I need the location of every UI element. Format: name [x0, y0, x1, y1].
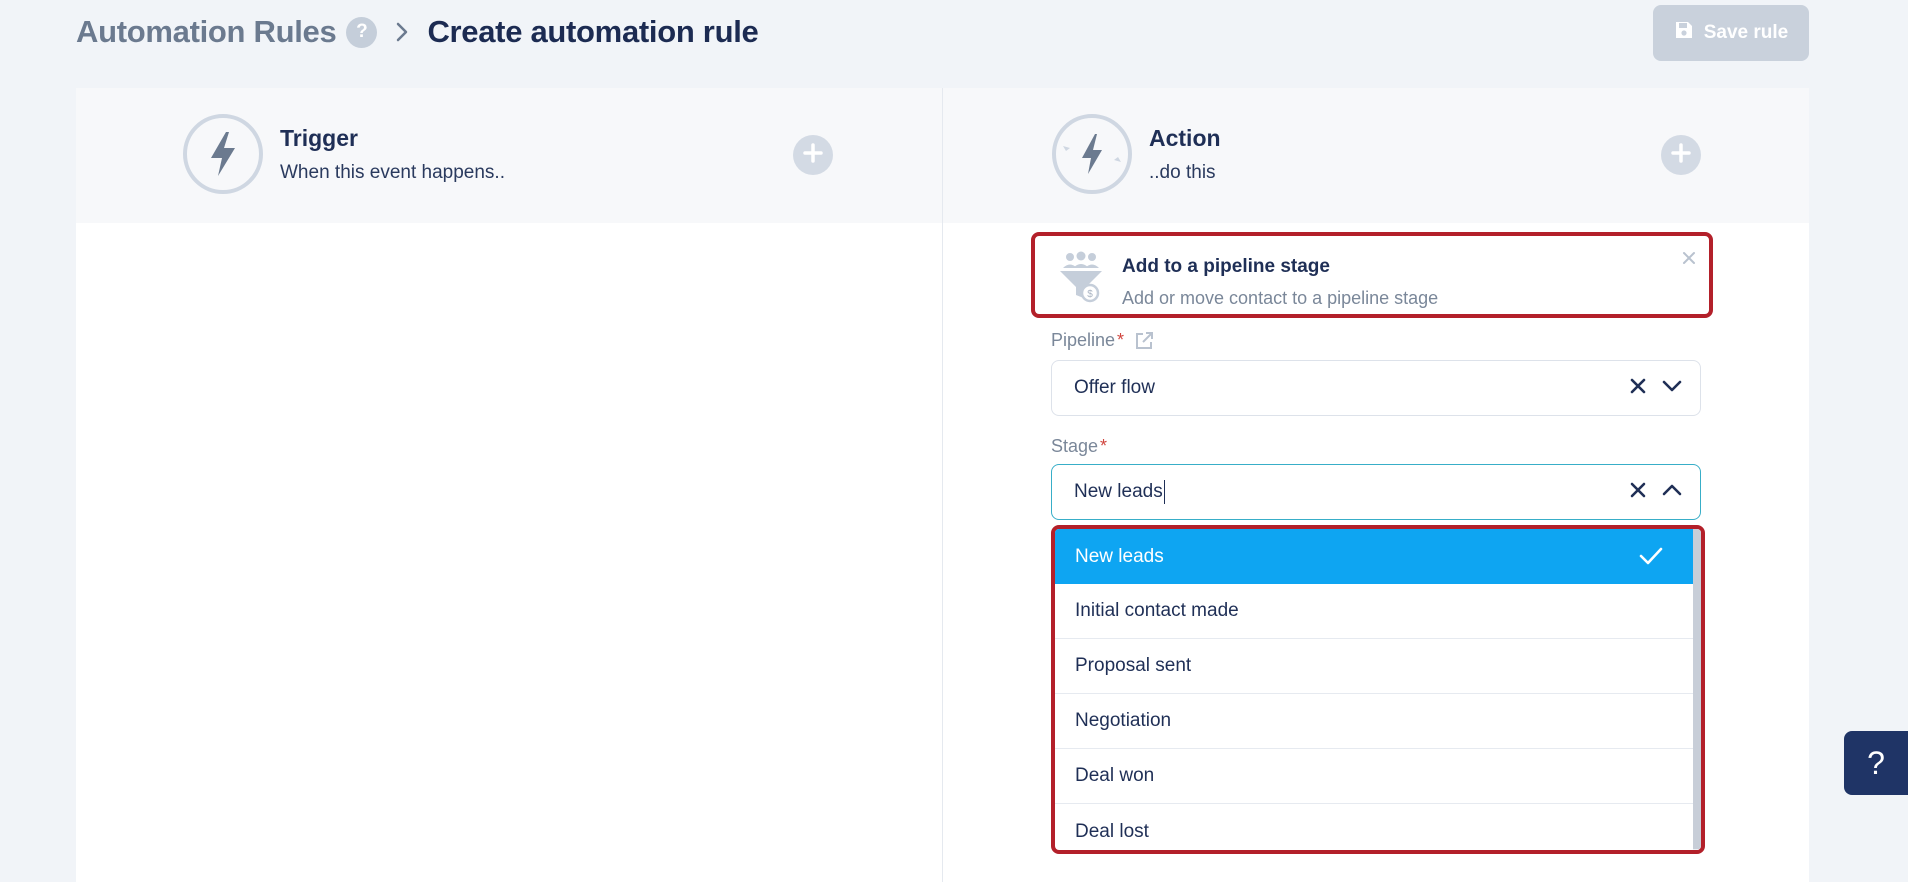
- chevron-down-icon[interactable]: [1662, 379, 1682, 398]
- text-caret: [1163, 480, 1166, 504]
- stage-option-negotiation[interactable]: Negotiation: [1055, 694, 1693, 749]
- stage-value: New leads: [1074, 481, 1163, 503]
- stage-dropdown: New leads Initial contact made Proposal …: [1051, 525, 1705, 854]
- stage-label-text: Stage: [1051, 436, 1099, 456]
- option-label: Initial contact made: [1075, 600, 1239, 621]
- stage-option-deal-lost[interactable]: Deal lost: [1055, 804, 1693, 850]
- x-icon[interactable]: [1630, 482, 1646, 503]
- action-title: Action: [1149, 124, 1221, 151]
- svg-text:$: $: [1087, 289, 1093, 300]
- people-funnel-icon: $: [1058, 251, 1104, 303]
- breadcrumb-automation-rules[interactable]: Automation Rules: [76, 14, 337, 50]
- question-mark-icon: ?: [1867, 744, 1885, 781]
- external-link-icon[interactable]: [1134, 331, 1154, 351]
- save-rule-button[interactable]: Save rule: [1653, 5, 1809, 61]
- plus-icon: [1670, 142, 1692, 169]
- action-card-title: Add to a pipeline stage: [1122, 256, 1330, 277]
- add-trigger-button[interactable]: [793, 135, 833, 175]
- pipeline-label: Pipeline *: [1051, 330, 1154, 351]
- stage-input[interactable]: New leads: [1074, 480, 1630, 504]
- option-label: Deal won: [1075, 765, 1155, 786]
- help-icon[interactable]: ?: [346, 16, 378, 48]
- page-title: Create automation rule: [427, 14, 759, 49]
- option-label: Negotiation: [1075, 710, 1172, 731]
- add-action-button[interactable]: [1661, 135, 1701, 175]
- dropdown-scrollbar[interactable]: [1693, 529, 1701, 850]
- trigger-title: Trigger: [280, 124, 358, 151]
- stage-option-initial-contact-made[interactable]: Initial contact made: [1055, 584, 1693, 639]
- breadcrumb: Automation Rules ? Create automation rul…: [76, 12, 759, 52]
- stage-option-proposal-sent[interactable]: Proposal sent: [1055, 639, 1693, 694]
- check-icon: [1639, 546, 1663, 572]
- trigger-header: Trigger When this event happens..: [183, 114, 505, 194]
- action-card-subtitle: Add or move contact to a pipeline stage: [1122, 288, 1439, 308]
- required-mark: *: [1117, 330, 1125, 350]
- help-widget-button[interactable]: ?: [1844, 731, 1908, 795]
- action-subtitle: ..do this: [1149, 161, 1216, 183]
- save-rule-label: Save rule: [1703, 22, 1789, 43]
- chevron-right-icon: [395, 21, 409, 43]
- floppy-disk-icon: [1674, 20, 1694, 46]
- pipeline-action-card[interactable]: $ Add to a pipeline stage Add or move co…: [1031, 232, 1713, 318]
- scrollbar-thumb[interactable]: [1693, 529, 1701, 849]
- required-mark: *: [1100, 436, 1108, 456]
- option-label: New leads: [1075, 545, 1164, 567]
- action-header: Action ..do this: [1052, 114, 1221, 194]
- chevron-up-icon[interactable]: [1662, 483, 1682, 502]
- stage-option-new-leads[interactable]: New leads: [1055, 529, 1693, 584]
- stage-select[interactable]: New leads: [1051, 464, 1701, 520]
- pipeline-value: Offer flow: [1074, 377, 1155, 398]
- pipeline-label-text: Pipeline: [1051, 330, 1116, 350]
- pipeline-select[interactable]: Offer flow: [1051, 360, 1701, 416]
- close-icon[interactable]: [1681, 250, 1697, 266]
- lightning-icon: [183, 114, 263, 194]
- option-label: Proposal sent: [1075, 655, 1192, 676]
- lightning-cycle-icon: [1052, 114, 1132, 194]
- column-divider: [942, 88, 943, 882]
- x-icon[interactable]: [1630, 378, 1646, 399]
- option-label: Deal lost: [1075, 820, 1149, 842]
- stage-label: Stage *: [1051, 436, 1107, 457]
- stage-option-deal-won[interactable]: Deal won: [1055, 749, 1693, 804]
- plus-icon: [802, 142, 824, 169]
- trigger-subtitle: When this event happens..: [280, 161, 505, 183]
